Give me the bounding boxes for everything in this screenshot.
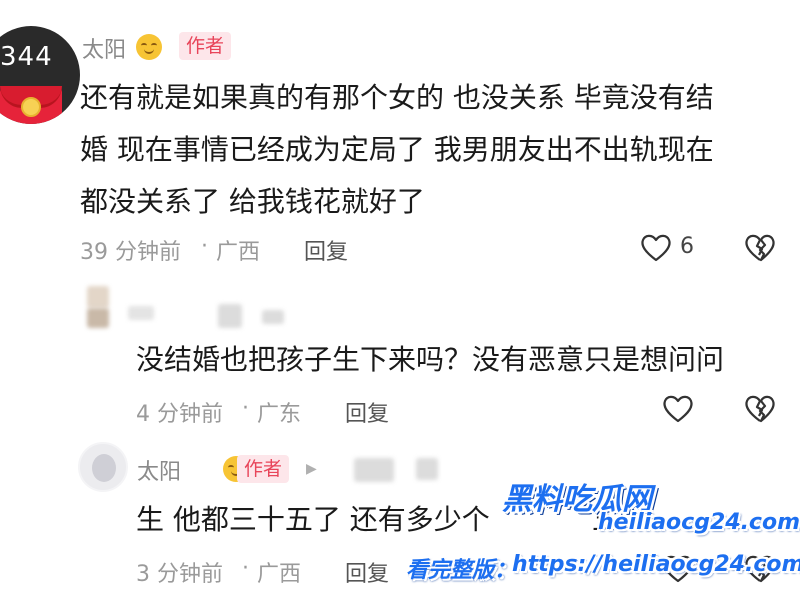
avatar-red-envelope[interactable]: 344 <box>0 26 80 124</box>
comment-location: 广西 <box>257 562 302 587</box>
heart-icon <box>663 395 693 423</box>
author-name[interactable]: 太阳 <box>82 32 126 64</box>
blurred-avatar <box>87 286 109 308</box>
watermark-label: 看完整版： <box>406 558 517 583</box>
comment-time: 39 分钟前 <box>80 240 181 265</box>
blurred-avatar-lower <box>87 308 109 328</box>
like-button[interactable] <box>662 394 694 428</box>
dislike-button[interactable] <box>744 233 776 267</box>
blurred-name <box>128 306 154 320</box>
watermark-url-full: https://heiliaocg24.com <box>512 552 800 577</box>
reply-button[interactable]: 回复 <box>345 396 389 428</box>
comment-line: 婚 现在事情已经成为定局了 我男朋友出不出轨现在 <box>80 133 714 166</box>
reply-button[interactable]: 回复 <box>345 556 389 588</box>
watermark-url: heiliaocg24.com <box>598 510 800 535</box>
broken-heart-icon <box>745 395 775 423</box>
blurred-name <box>354 458 394 482</box>
separator-dot: · <box>242 556 249 581</box>
blurred-name <box>416 458 438 480</box>
blurred-name <box>218 304 242 328</box>
comment-time: 3 分钟前 <box>136 562 223 587</box>
comment-time: 4 分钟前 <box>136 402 223 427</box>
comment-location: 广东 <box>257 402 302 427</box>
author-badge: 作者 <box>237 455 290 483</box>
avatar[interactable] <box>78 442 128 492</box>
like-count: 6 <box>680 234 694 259</box>
comment-line: 都没关系了 给我钱花就好了 <box>80 185 425 218</box>
comment-location: 广西 <box>216 240 261 265</box>
heart-icon <box>641 234 671 262</box>
separator-dot: · <box>201 234 208 259</box>
comment-line: 还有就是如果真的有那个女的 也没关系 毕竟没有结 <box>80 81 714 114</box>
like-button[interactable] <box>640 233 672 267</box>
reply-button[interactable]: 回复 <box>304 234 348 266</box>
separator-dot: · <box>242 396 249 421</box>
red-envelope-icon <box>0 86 62 124</box>
avatar-number: 344 <box>0 42 53 72</box>
dislike-button[interactable] <box>744 394 776 428</box>
author-name[interactable]: 太阳 <box>137 454 181 486</box>
broken-heart-icon <box>745 234 775 262</box>
reply-text: 生 他都三十五了 还有多少个 <box>136 503 490 536</box>
author-badge: 作者 <box>179 32 232 60</box>
blurred-name <box>262 310 284 324</box>
smile-emoji-icon <box>136 34 162 60</box>
comment-body[interactable]: 还有就是如果真的有那个女的 也没关系 毕竟没有结 婚 现在事情已经成为定局了 我… <box>80 72 790 228</box>
reply-arrow-icon: ▶ <box>306 461 317 477</box>
reply-body[interactable]: 没结婚也把孩子生下来吗？没有恶意只是想问问 <box>136 334 786 386</box>
